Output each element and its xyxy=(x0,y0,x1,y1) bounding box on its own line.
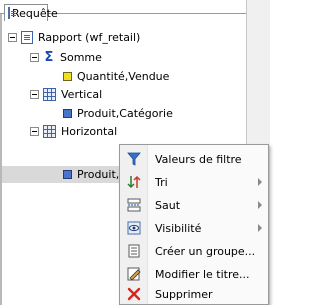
menu-item-supprimer[interactable]: Supprimer xyxy=(120,283,268,305)
filter-icon xyxy=(127,152,141,166)
delete-icon xyxy=(127,287,141,301)
sort-icon xyxy=(127,175,141,189)
menu-item-label: Valeurs de filtre xyxy=(155,152,242,166)
tree-node-vertical[interactable]: Vertical xyxy=(30,85,102,103)
context-menu: Valeurs de filtre Tri Saut Visibilité Cr… xyxy=(119,144,269,305)
tree-node-label: Produit,Catégorie xyxy=(77,106,173,120)
menu-item-modifier-le-titre[interactable]: Modifier le titre... xyxy=(120,263,268,285)
menu-item-label: Saut xyxy=(155,198,181,212)
tree-node-label: Horizontal xyxy=(61,124,118,138)
report-document-icon xyxy=(21,30,33,44)
tree-node-produit-categorie[interactable]: Produit,Catégorie xyxy=(63,104,173,122)
grid-icon xyxy=(43,87,56,101)
collapse-toggle-icon[interactable] xyxy=(30,52,39,62)
query-document-icon xyxy=(8,7,16,19)
grid-icon xyxy=(43,124,56,138)
tree-node-horizontal[interactable]: Horizontal xyxy=(30,122,117,140)
collapse-toggle-icon[interactable] xyxy=(30,126,39,136)
menu-item-creer-un-groupe[interactable]: Créer un groupe... xyxy=(120,240,268,262)
menu-item-label: Créer un groupe... xyxy=(155,244,256,258)
tree-node-label: Rapport (wf_retail) xyxy=(38,30,141,44)
tree-node-label: Somme xyxy=(60,50,102,64)
tree-node-label: Quantité,Vendue xyxy=(77,69,170,83)
menu-item-valeurs-de-filtre[interactable]: Valeurs de filtre xyxy=(120,148,268,170)
query-panel: Requête Rapport (wf_retail) Σ Somme Quan… xyxy=(0,0,270,305)
sigma-icon: Σ xyxy=(44,49,54,65)
tree-node-somme[interactable]: Σ Somme xyxy=(30,48,102,66)
tree-node-rapport[interactable]: Rapport (wf_retail) xyxy=(8,28,140,46)
tab-label: Requête xyxy=(12,6,58,20)
edit-title-icon xyxy=(127,267,141,281)
menu-item-label: Visibilité xyxy=(155,221,202,235)
collapse-toggle-icon[interactable] xyxy=(8,32,17,42)
menu-item-visibilite[interactable]: Visibilité xyxy=(120,217,268,239)
submenu-arrow-icon xyxy=(258,224,262,232)
measure-field-icon xyxy=(63,71,72,81)
collapse-toggle-icon[interactable] xyxy=(30,89,39,99)
tree-node-label: Vertical xyxy=(61,87,103,101)
submenu-arrow-icon xyxy=(258,178,262,186)
tree-node-quantite-vendue[interactable]: Quantité,Vendue xyxy=(63,67,169,85)
visibility-icon xyxy=(127,221,141,235)
menu-item-label: Modifier le titre... xyxy=(155,267,250,281)
menu-item-tri[interactable]: Tri xyxy=(120,171,268,193)
menu-item-label: Supprimer xyxy=(155,287,213,301)
dimension-field-icon xyxy=(63,169,72,179)
menu-item-saut[interactable]: Saut xyxy=(120,194,268,216)
submenu-arrow-icon xyxy=(258,201,262,209)
menu-item-label: Tri xyxy=(155,175,168,189)
dimension-field-icon xyxy=(63,108,72,118)
break-icon xyxy=(127,198,141,212)
tab-requete[interactable]: Requête xyxy=(4,4,58,21)
group-icon xyxy=(127,244,141,258)
